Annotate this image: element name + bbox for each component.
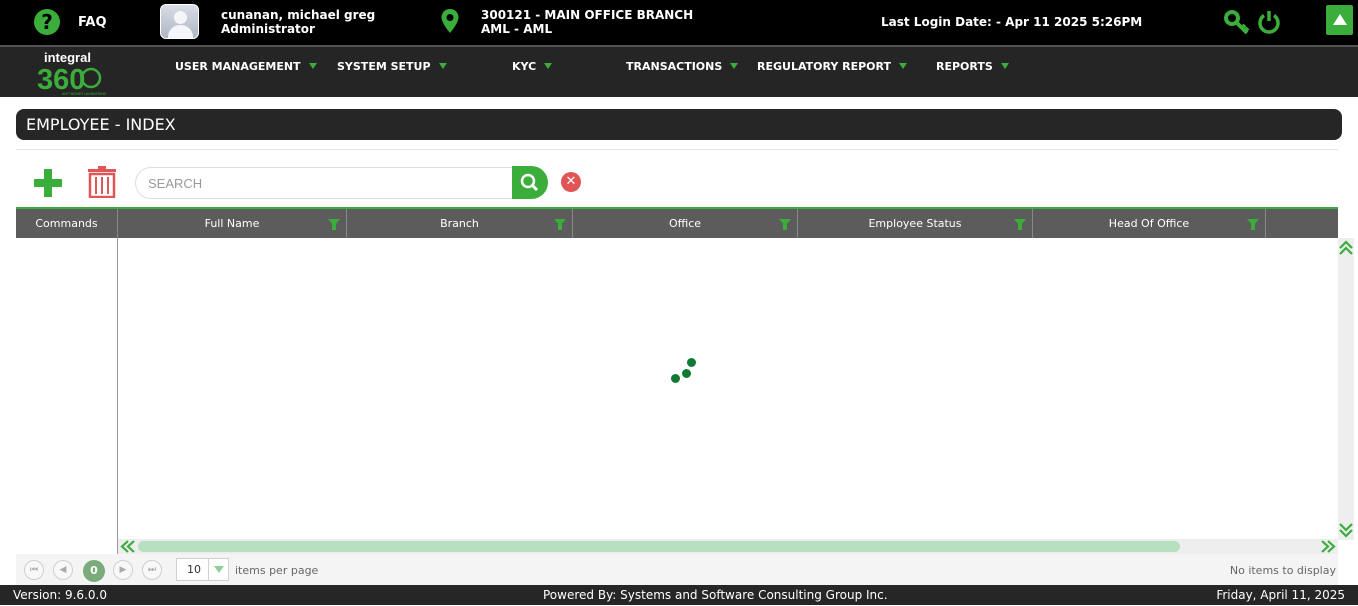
power-icon[interactable] xyxy=(1257,10,1281,34)
divider xyxy=(16,149,1338,150)
branch-name: 300121 - MAIN OFFICE BRANCH xyxy=(481,8,694,22)
version-label: Version: 9.6.0.0 xyxy=(13,588,107,602)
faq-link[interactable]: FAQ xyxy=(78,15,107,30)
user-name: cunanan, michael greg xyxy=(221,8,376,22)
pager-status: No items to display xyxy=(1229,564,1336,577)
integral-360-logo: integral 360 ANTI MONEY LAUNDERING xyxy=(37,50,107,96)
filter-icon[interactable] xyxy=(779,219,791,230)
grid-body xyxy=(118,238,1338,540)
column-header-office[interactable]: Office xyxy=(573,209,798,238)
chevron-double-right-icon[interactable] xyxy=(1320,540,1336,553)
current-page[interactable]: 0 xyxy=(83,560,105,582)
trash-icon[interactable] xyxy=(87,166,117,198)
search-icon xyxy=(520,173,539,192)
caret-down-icon xyxy=(730,63,739,69)
search-input[interactable] xyxy=(148,168,508,198)
logo-word: integral xyxy=(44,50,91,65)
search-field xyxy=(135,167,515,199)
column-header-head-of-office[interactable]: Head Of Office xyxy=(1033,209,1266,238)
add-button[interactable] xyxy=(34,169,62,197)
location-pin-icon xyxy=(441,9,459,33)
powered-by-label: Powered By: Systems and Software Consult… xyxy=(543,588,888,602)
scroll-to-top-button[interactable] xyxy=(1326,5,1353,35)
page-size-select[interactable]: 10 xyxy=(176,558,229,581)
avatar[interactable] xyxy=(160,4,199,39)
caret-down-icon xyxy=(438,63,447,69)
filter-icon[interactable] xyxy=(1247,219,1259,230)
filter-icon[interactable] xyxy=(328,219,340,230)
nav-transactions[interactable]: TRANSACTIONS xyxy=(626,60,739,73)
loading-spinner xyxy=(668,356,698,384)
key-icon[interactable] xyxy=(1224,10,1250,36)
pager: ⏮ ◀ 0 ▶ ⏭ 10 items per page No items to … xyxy=(16,554,1338,585)
nav-reports[interactable]: REPORTS xyxy=(936,60,1009,73)
vertical-scrollbar[interactable] xyxy=(1338,238,1354,540)
first-page-button[interactable]: ⏮ xyxy=(24,560,44,580)
chevron-down-icon[interactable] xyxy=(208,559,228,580)
last-login-date: Last Login Date: - Apr 11 2025 5:26PM xyxy=(881,15,1143,29)
nav-user-management[interactable]: USER MANAGEMENT xyxy=(175,60,317,73)
user-role: Administrator xyxy=(221,22,315,36)
page-title: EMPLOYEE - INDEX xyxy=(16,109,1342,140)
nav-kyc[interactable]: KYC xyxy=(512,60,553,73)
question-circle-icon[interactable]: ? xyxy=(34,9,60,35)
search-button[interactable] xyxy=(512,166,548,199)
nav-system-setup[interactable]: SYSTEM SETUP xyxy=(337,60,447,73)
previous-page-button[interactable]: ◀ xyxy=(53,560,73,580)
main-nav: integral 360 ANTI MONEY LAUNDERING USER … xyxy=(0,45,1358,97)
filter-icon[interactable] xyxy=(554,219,566,230)
caret-down-icon xyxy=(899,63,908,69)
column-header-commands: Commands xyxy=(16,209,118,238)
next-page-button[interactable]: ▶ xyxy=(113,560,133,580)
chevron-double-left-icon[interactable] xyxy=(120,540,136,553)
caret-down-icon xyxy=(544,63,553,69)
footer: Version: 9.6.0.0 Powered By: Systems and… xyxy=(0,585,1358,605)
caret-down-icon xyxy=(308,63,317,69)
caret-down-icon xyxy=(1000,63,1009,69)
last-page-button[interactable]: ⏭ xyxy=(142,560,162,580)
column-header-branch[interactable]: Branch xyxy=(347,209,573,238)
chevron-double-up-icon[interactable] xyxy=(1339,240,1353,256)
column-header-full-name[interactable]: Full Name xyxy=(118,209,347,238)
horizontal-scrollbar[interactable] xyxy=(118,539,1338,554)
column-header-employee-status[interactable]: Employee Status xyxy=(798,209,1033,238)
logo-tagline: ANTI MONEY LAUNDERING xyxy=(62,92,107,96)
grid-header: Commands Full Name Branch Office Employe… xyxy=(16,209,1338,238)
scrollbar-thumb[interactable] xyxy=(138,541,1180,552)
items-per-page-label: items per page xyxy=(235,564,319,577)
nav-regulatory-report[interactable]: REGULATORY REPORT xyxy=(757,60,908,73)
top-bar: ? FAQ cunanan, michael greg Administrato… xyxy=(0,0,1358,45)
chevron-double-down-icon[interactable] xyxy=(1339,522,1353,538)
clear-search-button[interactable]: ✕ xyxy=(561,172,581,192)
filter-icon[interactable] xyxy=(1014,219,1026,230)
commands-column xyxy=(16,238,118,554)
current-date: Friday, April 11, 2025 xyxy=(1216,588,1345,602)
branch-module: AML - AML xyxy=(481,22,553,36)
